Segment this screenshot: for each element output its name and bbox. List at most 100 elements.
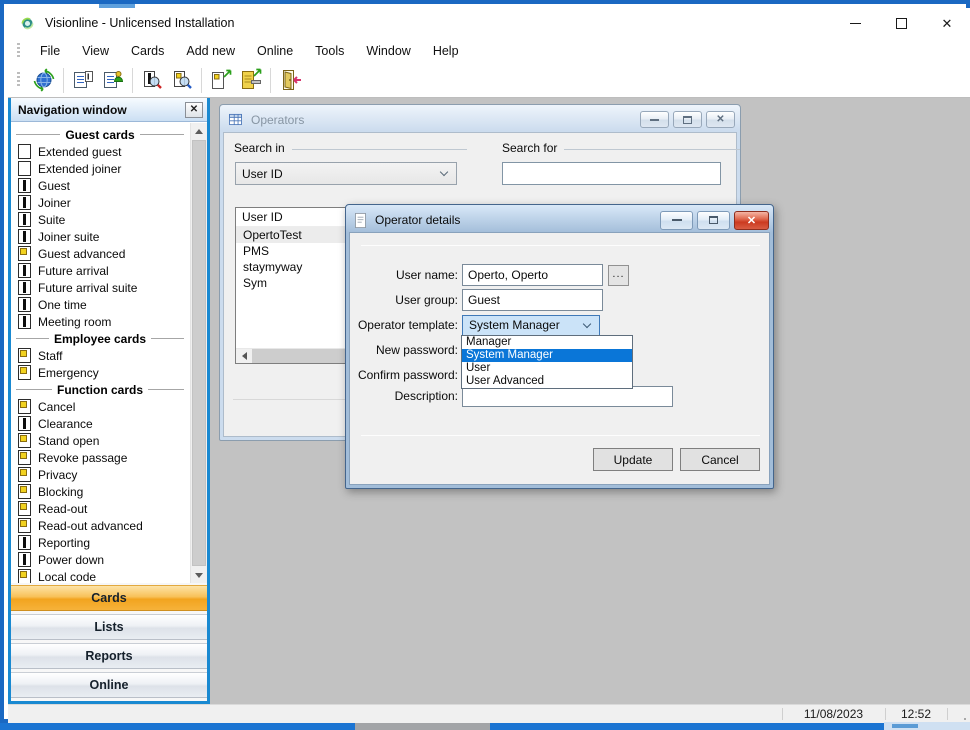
scroll-left-icon[interactable] xyxy=(236,349,252,363)
dialog-title: Operator details xyxy=(375,213,460,227)
nav-list-item[interactable]: Reporting xyxy=(11,534,189,551)
nav-list-item[interactable]: Suite xyxy=(11,211,189,228)
scrollbar-thumb[interactable] xyxy=(192,140,206,566)
scroll-up-icon[interactable] xyxy=(191,123,207,139)
menu-grip-handle[interactable] xyxy=(17,43,20,59)
dialog-title-bar[interactable]: Operator details ✕ xyxy=(349,208,770,232)
cancel-button[interactable]: Cancel xyxy=(680,448,760,471)
globe-online-icon[interactable] xyxy=(29,66,59,94)
dropdown-option[interactable]: User xyxy=(462,362,632,375)
update-button[interactable]: Update xyxy=(593,448,673,471)
nav-list-item[interactable]: Stand open xyxy=(11,432,189,449)
card-type-icon xyxy=(18,433,31,448)
card-list-icon[interactable] xyxy=(68,66,98,94)
card-type-icon xyxy=(18,314,31,329)
card-type-icon xyxy=(18,552,31,567)
issue-cards-icon[interactable] xyxy=(236,66,266,94)
menu-item[interactable]: Tools xyxy=(304,40,355,62)
browse-button[interactable]: ... xyxy=(608,265,629,286)
description-label: Description: xyxy=(350,389,458,403)
door-exit-icon[interactable] xyxy=(275,66,305,94)
operators-title-bar[interactable]: Operators ✕ xyxy=(223,108,737,131)
menu-item[interactable]: Add new xyxy=(175,40,246,62)
nav-list-item[interactable]: Cancel xyxy=(11,398,189,415)
search-in-select[interactable]: User ID xyxy=(235,162,457,185)
vertical-scrollbar[interactable] xyxy=(190,123,207,583)
toolbar-grip-handle[interactable] xyxy=(17,72,20,88)
nav-list-item[interactable]: Privacy xyxy=(11,466,189,483)
menu-item[interactable]: Window xyxy=(355,40,421,62)
chevron-down-icon xyxy=(440,168,448,176)
operator-template-select[interactable]: System Manager xyxy=(462,315,600,336)
nav-list-item[interactable]: Read-out xyxy=(11,500,189,517)
nav-list-item[interactable]: Power down xyxy=(11,551,189,568)
dropdown-option[interactable]: Manager xyxy=(462,336,632,349)
nav-list-item[interactable]: Emergency xyxy=(11,364,189,381)
nav-item-label: Future arrival suite xyxy=(38,281,137,295)
nav-list-item[interactable]: Future arrival xyxy=(11,262,189,279)
encode-card-icon[interactable] xyxy=(206,66,236,94)
nav-list-item[interactable]: Staff xyxy=(11,347,189,364)
nav-tab-button[interactable]: Cards xyxy=(11,585,207,611)
navigation-close-icon[interactable]: ✕ xyxy=(185,102,203,118)
close-icon[interactable]: ✕ xyxy=(734,211,769,230)
nav-list-item[interactable]: Meeting room xyxy=(11,313,189,330)
nav-item-label: Suite xyxy=(38,213,65,227)
card-type-icon xyxy=(18,416,31,431)
nav-list-item[interactable]: Read-out advanced xyxy=(11,517,189,534)
status-bar: 11/08/2023 12:52 xyxy=(8,704,970,723)
card-type-icon xyxy=(18,450,31,465)
nav-list-item[interactable]: Extended joiner xyxy=(11,160,189,177)
nav-list-item[interactable]: Guest xyxy=(11,177,189,194)
nav-item-label: Extended guest xyxy=(38,145,121,159)
nav-list-item[interactable]: Revoke passage xyxy=(11,449,189,466)
menu-item[interactable]: File xyxy=(29,40,71,62)
title-bar[interactable]: Visionline - Unlicensed Installation ✕ xyxy=(8,8,970,38)
nav-list-item[interactable]: Future arrival suite xyxy=(11,279,189,296)
resize-grip-handle[interactable] xyxy=(964,718,966,720)
toolbar xyxy=(8,63,970,98)
search-for-input[interactable] xyxy=(502,162,721,185)
nav-tab-button[interactable]: Lists xyxy=(11,614,207,640)
user-name-input[interactable] xyxy=(462,264,603,286)
menu-item[interactable]: Cards xyxy=(120,40,175,62)
card-search-icon[interactable] xyxy=(137,66,167,94)
minimize-icon[interactable] xyxy=(640,111,669,128)
menu-item[interactable]: View xyxy=(71,40,120,62)
maximize-icon[interactable] xyxy=(697,211,730,230)
nav-list-item[interactable]: Joiner xyxy=(11,194,189,211)
chevron-down-icon xyxy=(583,319,591,327)
maximize-icon[interactable] xyxy=(878,8,924,38)
minimize-icon[interactable] xyxy=(660,211,693,230)
nav-list-item[interactable]: Joiner suite xyxy=(11,228,189,245)
search-for-label: Search for xyxy=(502,141,557,155)
nav-list-item[interactable]: Blocking xyxy=(11,483,189,500)
nav-tab-button[interactable]: Online xyxy=(11,672,207,698)
dropdown-option[interactable]: System Manager xyxy=(462,349,632,362)
operator-list-icon[interactable] xyxy=(98,66,128,94)
navigation-title-bar[interactable]: Navigation window ✕ xyxy=(11,98,207,122)
card-search-advanced-icon[interactable] xyxy=(167,66,197,94)
status-divider xyxy=(947,708,948,720)
nav-list-item[interactable]: Extended guest xyxy=(11,143,189,160)
nav-list-item[interactable]: One time xyxy=(11,296,189,313)
navigation-window: Navigation window ✕ Guest cards Extended… xyxy=(8,98,210,704)
nav-list-item[interactable]: Local code xyxy=(11,568,189,583)
user-group-input[interactable] xyxy=(462,289,603,311)
nav-tab-button[interactable]: Reports xyxy=(11,643,207,669)
menu-item[interactable]: Help xyxy=(422,40,470,62)
maximize-icon[interactable] xyxy=(673,111,702,128)
card-type-icon xyxy=(18,263,31,278)
close-icon[interactable]: ✕ xyxy=(924,8,970,38)
nav-list-item[interactable]: Guest advanced xyxy=(11,245,189,262)
scroll-down-icon[interactable] xyxy=(191,567,207,583)
minimize-icon[interactable] xyxy=(832,8,878,38)
nav-item-label: Read-out xyxy=(38,502,87,516)
window-controls: ✕ xyxy=(832,8,970,38)
menu-item[interactable]: Online xyxy=(246,40,304,62)
dialog-window-controls: ✕ xyxy=(656,211,769,230)
close-icon[interactable]: ✕ xyxy=(706,111,735,128)
dropdown-option[interactable]: User Advanced xyxy=(462,375,632,388)
nav-list-item[interactable]: Clearance xyxy=(11,415,189,432)
search-for-group: Search for xyxy=(502,141,740,155)
